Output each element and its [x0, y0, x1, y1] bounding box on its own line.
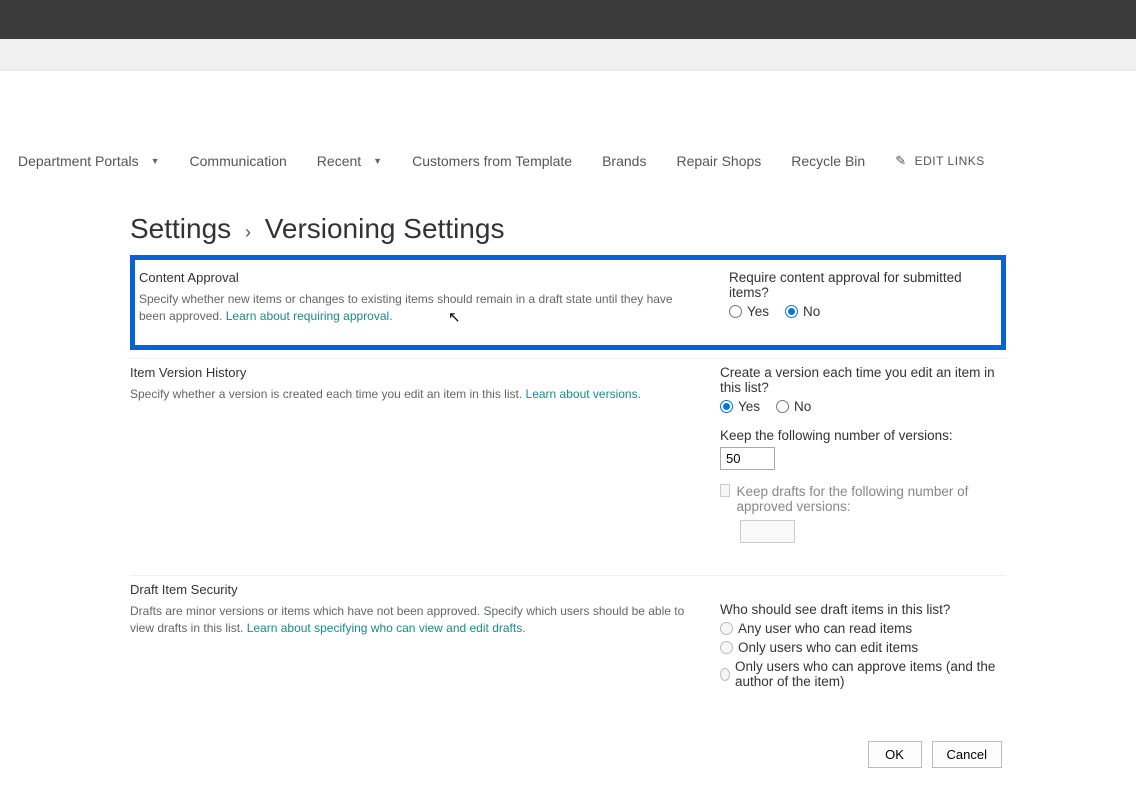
require-approval-no[interactable]: No: [785, 304, 820, 319]
pencil-icon: ✎: [895, 153, 906, 169]
learn-about-drafts-link[interactable]: Learn about specifying who can view and …: [247, 621, 526, 635]
nav-recent[interactable]: Recent ▼: [317, 153, 382, 169]
learn-about-versions-link[interactable]: Learn about versions.: [526, 387, 641, 401]
keep-drafts-input: [740, 520, 795, 543]
edit-links-label: EDIT LINKS: [915, 154, 985, 168]
radio-label: No: [803, 304, 820, 319]
radio-label: Only users who can approve items (and th…: [735, 659, 1006, 689]
cancel-button[interactable]: Cancel: [932, 741, 1002, 768]
create-version-yes[interactable]: Yes: [720, 399, 760, 414]
nav-label: Recent: [317, 153, 361, 169]
nav-label: Customers from Template: [412, 153, 572, 169]
breadcrumb-current: Versioning Settings: [265, 213, 505, 244]
radio-label: Only users who can edit items: [738, 640, 918, 655]
breadcrumb: Settings › Versioning Settings: [130, 213, 1006, 245]
radio-icon: [720, 668, 730, 681]
radio-icon: [720, 400, 733, 413]
ribbon-bar: [0, 39, 1136, 71]
keep-drafts-row[interactable]: Keep drafts for the following number of …: [720, 484, 1006, 514]
radio-icon: [729, 305, 742, 318]
radio-icon: [776, 400, 789, 413]
radio-label: Yes: [738, 399, 760, 414]
radio-label: No: [794, 399, 811, 414]
keep-drafts-label: Keep drafts for the following number of …: [736, 484, 1006, 514]
create-version-no[interactable]: No: [776, 399, 811, 414]
edit-links-button[interactable]: ✎ EDIT LINKS: [895, 153, 985, 169]
top-nav: Department Portals ▼ Communication Recen…: [0, 139, 1136, 183]
require-approval-yes[interactable]: Yes: [729, 304, 769, 319]
require-approval-label: Require content approval for submitted i…: [729, 270, 997, 300]
section-content-approval: Content Approval Specify whether new ite…: [139, 264, 997, 331]
nav-communication[interactable]: Communication: [190, 153, 287, 169]
section-draft-security: Draft Item Security Drafts are minor ver…: [130, 575, 1006, 711]
description-text: Specify whether a version is created eac…: [130, 387, 526, 401]
section-description: Drafts are minor versions or items which…: [130, 603, 690, 638]
dialog-buttons: OK Cancel: [130, 741, 1006, 768]
description-text: Specify whether new items or changes to …: [139, 292, 673, 323]
create-version-radio-group: Yes No: [720, 399, 1006, 414]
ok-button[interactable]: OK: [868, 741, 922, 768]
suite-bar: [0, 0, 1136, 39]
nav-recycle-bin[interactable]: Recycle Bin: [791, 153, 865, 169]
section-description: Specify whether new items or changes to …: [139, 291, 699, 326]
nav-label: Repair Shops: [676, 153, 761, 169]
nav-label: Communication: [190, 153, 287, 169]
nav-repair-shops[interactable]: Repair Shops: [676, 153, 761, 169]
radio-icon: [720, 641, 733, 654]
draft-visibility-editors[interactable]: Only users who can edit items: [720, 640, 1006, 655]
draft-visibility-any-reader[interactable]: Any user who can read items: [720, 621, 1006, 636]
breadcrumb-separator-icon: ›: [245, 222, 251, 242]
radio-label: Any user who can read items: [738, 621, 912, 636]
nav-label: Department Portals: [18, 153, 139, 169]
draft-visibility-radio-group: Any user who can read items Only users w…: [720, 621, 1006, 689]
breadcrumb-root[interactable]: Settings: [130, 213, 231, 244]
page-content: Settings › Versioning Settings Content A…: [0, 183, 1136, 808]
section-title: Content Approval: [139, 270, 699, 285]
keep-drafts-checkbox[interactable]: [720, 484, 730, 497]
learn-about-approval-link[interactable]: Learn about requiring approval.: [226, 309, 393, 323]
radio-icon: [720, 622, 733, 635]
radio-label: Yes: [747, 304, 769, 319]
section-description: Specify whether a version is created eac…: [130, 386, 690, 403]
nav-label: Recycle Bin: [791, 153, 865, 169]
chevron-down-icon: ▼: [151, 156, 160, 166]
create-version-label: Create a version each time you edit an i…: [720, 365, 1006, 395]
draft-visibility-label: Who should see draft items in this list?: [720, 602, 1006, 617]
nav-department-portals[interactable]: Department Portals ▼: [18, 153, 160, 169]
require-approval-radio-group: Yes No: [729, 304, 997, 319]
content-approval-highlight: Content Approval Specify whether new ite…: [130, 255, 1006, 350]
draft-visibility-approvers[interactable]: Only users who can approve items (and th…: [720, 659, 1006, 689]
keep-versions-label: Keep the following number of versions:: [720, 428, 1006, 443]
nav-brands[interactable]: Brands: [602, 153, 646, 169]
chevron-down-icon: ▼: [373, 156, 382, 166]
keep-versions-input[interactable]: [720, 447, 775, 470]
section-title: Item Version History: [130, 365, 690, 380]
section-title: Draft Item Security: [130, 582, 690, 597]
nav-label: Brands: [602, 153, 646, 169]
section-version-history: Item Version History Specify whether a v…: [130, 358, 1006, 575]
nav-customers-from-template[interactable]: Customers from Template: [412, 153, 572, 169]
radio-icon: [785, 305, 798, 318]
